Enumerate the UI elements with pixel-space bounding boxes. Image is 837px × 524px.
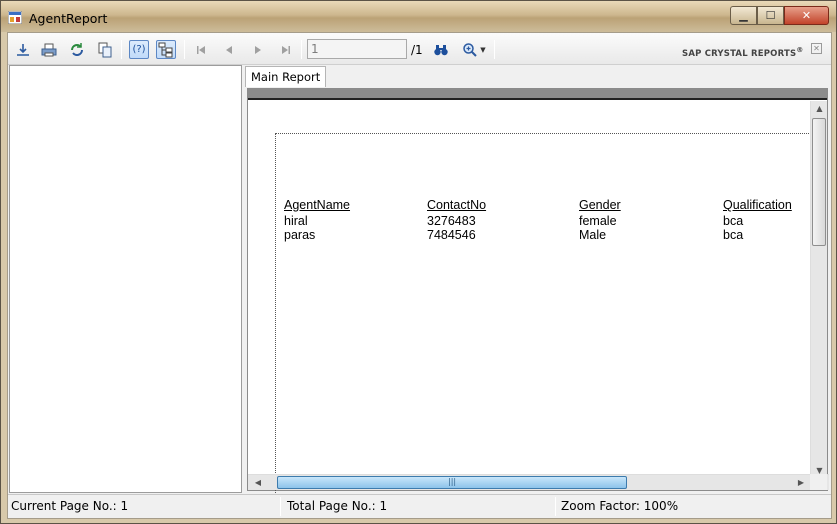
zoom-factor-status: Zoom Factor: 100% — [561, 499, 679, 513]
status-bar: Current Page No.: 1 Total Page No.: 1 Zo… — [8, 494, 831, 518]
crystal-report-viewer: (?) 1 /1 ▼ SAP CRYSTAL REPORTS® ✕ Main R… — [7, 32, 832, 519]
current-page-status: Current Page No.: 1 — [11, 499, 129, 513]
title-bar[interactable]: AgentReport ▁ ☐ ✕ — [1, 1, 836, 32]
toggle-group-tree-button[interactable] — [156, 40, 176, 59]
scroll-up-icon[interactable]: ▲ — [812, 101, 827, 116]
next-page-button[interactable] — [248, 40, 268, 59]
brand-close-icon[interactable]: ✕ — [811, 43, 822, 54]
tab-main-report[interactable]: Main Report — [245, 66, 327, 87]
maximize-button[interactable]: ☐ — [757, 6, 784, 25]
minimize-button[interactable]: ▁ — [730, 6, 757, 25]
cell: paras — [284, 228, 316, 242]
scroll-left-icon[interactable]: ◀ — [250, 475, 266, 490]
column-header: Gender — [579, 198, 621, 212]
scroll-right-icon[interactable]: ▶ — [793, 475, 809, 490]
chevron-down-icon: ▼ — [480, 45, 486, 54]
status-divider — [280, 497, 281, 516]
cell: hiral — [284, 213, 308, 228]
print-icon — [41, 43, 57, 56]
column-contactno: ContactNo 3276483 7484546 — [427, 198, 486, 243]
window-title: AgentReport — [29, 11, 108, 26]
export-icon — [17, 43, 29, 56]
first-page-icon — [197, 45, 205, 54]
refresh-icon — [71, 42, 83, 56]
first-page-button[interactable] — [191, 40, 211, 59]
help-button[interactable]: (?) — [129, 40, 149, 59]
report-view[interactable]: AgentName hiral paras ContactNo 3276483 … — [247, 88, 829, 493]
group-tree-icon — [158, 42, 173, 57]
horizontal-scrollbar[interactable]: ◀ ||| ▶ — [248, 474, 829, 490]
refresh-button[interactable] — [67, 40, 87, 59]
toolbar-separator — [494, 40, 495, 59]
export-button[interactable] — [13, 40, 33, 59]
group-tree-panel[interactable] — [9, 65, 242, 493]
zoom-dropdown[interactable]: ▼ — [459, 40, 489, 59]
previous-page-button[interactable] — [219, 40, 239, 59]
close-button[interactable]: ✕ — [784, 6, 829, 25]
prev-page-icon — [226, 45, 232, 54]
page-total-label: /1 — [411, 43, 423, 57]
cell: female — [579, 213, 617, 228]
last-page-button[interactable] — [276, 40, 296, 59]
copy-icon — [98, 42, 112, 57]
toolbar-separator — [184, 40, 185, 59]
help-icon: (?) — [132, 44, 146, 55]
total-page-status: Total Page No.: 1 — [287, 499, 388, 513]
grip-icon: ||| — [448, 477, 457, 486]
page-number-input[interactable]: 1 — [307, 39, 407, 59]
scroll-corner — [810, 474, 827, 490]
app-window: AgentReport ▁ ☐ ✕ (?) 1 /1 ▼ SAP CRYSTAL… — [0, 0, 837, 524]
next-page-icon — [255, 45, 261, 54]
toolbar-separator — [121, 40, 122, 59]
vertical-scroll-thumb[interactable] — [812, 118, 826, 246]
print-button[interactable] — [39, 40, 59, 59]
report-page: AgentName hiral paras ContactNo 3276483 … — [275, 133, 815, 493]
column-agentname: AgentName hiral paras — [284, 198, 350, 243]
find-button[interactable] — [431, 40, 451, 59]
column-header: AgentName — [284, 198, 351, 212]
column-gender: Gender female Male — [579, 198, 621, 243]
last-page-icon — [282, 45, 290, 54]
report-tabs: Main Report — [245, 65, 831, 87]
column-header: ContactNo — [427, 198, 487, 212]
toolbar-separator — [301, 40, 302, 59]
vertical-scrollbar[interactable]: ▲ ▼ — [810, 101, 827, 478]
brand-logo: SAP CRYSTAL REPORTS® — [682, 45, 804, 59]
cell: 7484546 — [427, 228, 476, 242]
cell: 3276483 — [427, 213, 476, 228]
cell: bca — [723, 213, 744, 228]
copy-button[interactable] — [95, 40, 115, 59]
report-header-band — [248, 89, 827, 100]
viewer-toolbar: (?) 1 /1 ▼ SAP CRYSTAL REPORTS® ✕ — [8, 33, 831, 65]
binoculars-icon — [434, 44, 448, 55]
zoom-icon — [463, 42, 478, 57]
column-header: Qualification — [723, 198, 792, 212]
horizontal-scroll-thumb[interactable]: ||| — [277, 476, 627, 489]
cell: bca — [723, 228, 744, 242]
column-qualification: Qualification bca bca — [723, 198, 792, 243]
status-divider — [555, 497, 556, 516]
app-icon — [8, 11, 22, 24]
cell: Male — [579, 228, 607, 242]
